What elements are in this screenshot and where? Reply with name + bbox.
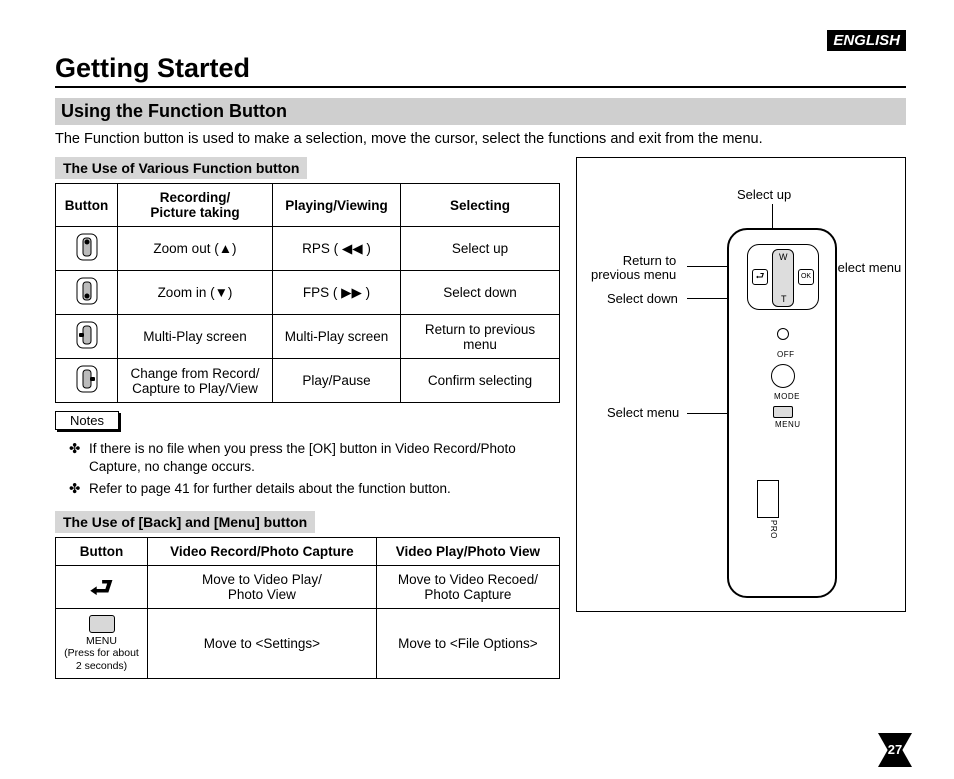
menu-sub: (Press for about 2 seconds) — [62, 647, 141, 672]
t2-r0-c1: Move to Video Play/ Photo View — [148, 565, 377, 608]
page-number-badge: 27 — [878, 733, 912, 767]
t1-r3-c3: Confirm selecting — [401, 359, 560, 403]
control-pad: ⮐ OK — [747, 244, 819, 310]
button-icon-up — [56, 227, 118, 271]
label-select-menu-left: Select menu — [607, 406, 679, 420]
t1-h2: Playing/Viewing — [273, 184, 401, 227]
t1-r0-c1: Zoom out (▲) — [118, 227, 273, 271]
back-key-icon: ⮐ — [752, 269, 768, 285]
t1-r0-c3: Select up — [401, 227, 560, 271]
zoom-rocker — [772, 249, 794, 307]
table-row: Zoom out (▲) RPS ( ◀◀ ) Select up — [56, 227, 560, 271]
notes-list: If there is no file when you press the [… — [73, 440, 560, 499]
page-number: 27 — [878, 733, 912, 767]
label-select-up: Select up — [737, 188, 791, 202]
label-select-menu-right: Select menu — [829, 261, 901, 275]
port-cover-icon — [757, 480, 779, 518]
label-select-down: Select down — [607, 292, 678, 306]
t1-r1-c2: FPS ( ▶▶ ) — [273, 271, 401, 315]
small-button-icon — [777, 328, 789, 340]
mode-label: MODE — [774, 392, 800, 401]
note-item: Refer to page 41 for further details abo… — [73, 480, 560, 498]
language-badge: ENGLISH — [827, 30, 906, 51]
button-icon-down — [56, 271, 118, 315]
button-icon-right — [56, 359, 118, 403]
table-row: Zoom in (▼) FPS ( ▶▶ ) Select down — [56, 271, 560, 315]
section1-label: The Use of Various Function button — [55, 157, 307, 179]
t1-h3: Selecting — [401, 184, 560, 227]
t2-h2: Video Play/Photo View — [376, 537, 559, 565]
t2-r1-c1: Move to <Settings> — [148, 608, 377, 679]
menu-hw-label: MENU — [775, 420, 801, 429]
t1-h1: Recording/ Picture taking — [118, 184, 273, 227]
table-row: MENU (Press for about 2 seconds) Move to… — [56, 608, 560, 679]
section-subtitle: Using the Function Button — [55, 98, 906, 125]
section2-label: The Use of [Back] and [Menu] button — [55, 511, 315, 533]
table-row: ⮐ Move to Video Play/ Photo View Move to… — [56, 565, 560, 608]
t1-h0: Button — [56, 184, 118, 227]
button-icon-left — [56, 315, 118, 359]
menu-hw-button-icon — [773, 406, 793, 418]
t1-r0-c2: RPS ( ◀◀ ) — [273, 227, 401, 271]
ok-key-icon: OK — [798, 269, 814, 285]
t1-r3-c1: Change from Record/ Capture to Play/View — [118, 359, 273, 403]
t2-h1: Video Record/Photo Capture — [148, 537, 377, 565]
t1-r2-c3: Return to previous menu — [401, 315, 560, 359]
back-icon: ⮐ — [56, 565, 148, 608]
off-label: OFF — [777, 350, 795, 359]
function-table: Button Recording/ Picture taking Playing… — [55, 183, 560, 403]
t2-r1-c2: Move to <File Options> — [376, 608, 559, 679]
device-outline: ⮐ OK OFF MODE MENU PRO — [727, 228, 837, 598]
menu-button-icon: MENU (Press for about 2 seconds) — [56, 608, 148, 679]
t1-r3-c2: Play/Pause — [273, 359, 401, 403]
label-return-prev: Return to previous menu — [591, 254, 676, 283]
t1-r1-c1: Zoom in (▼) — [118, 271, 273, 315]
note-item: If there is no file when you press the [… — [73, 440, 560, 476]
back-menu-table: Button Video Record/Photo Capture Video … — [55, 537, 560, 680]
pro-label: PRO — [769, 520, 778, 539]
t2-r0-c2: Move to Video Recoed/ Photo Capture — [376, 565, 559, 608]
t1-r2-c1: Multi-Play screen — [118, 315, 273, 359]
page-title: Getting Started — [55, 53, 906, 88]
menu-label: MENU — [62, 635, 141, 648]
table-row: Multi-Play screen Multi-Play screen Retu… — [56, 315, 560, 359]
t1-r2-c2: Multi-Play screen — [273, 315, 401, 359]
table-row: Change from Record/ Capture to Play/View… — [56, 359, 560, 403]
device-diagram: Select up Return to previous menu Select… — [576, 157, 906, 612]
t1-r1-c3: Select down — [401, 271, 560, 315]
notes-label: Notes — [55, 411, 119, 430]
intro-text: The Function button is used to make a se… — [55, 131, 906, 147]
t2-h0: Button — [56, 537, 148, 565]
power-dial-icon — [771, 364, 795, 388]
